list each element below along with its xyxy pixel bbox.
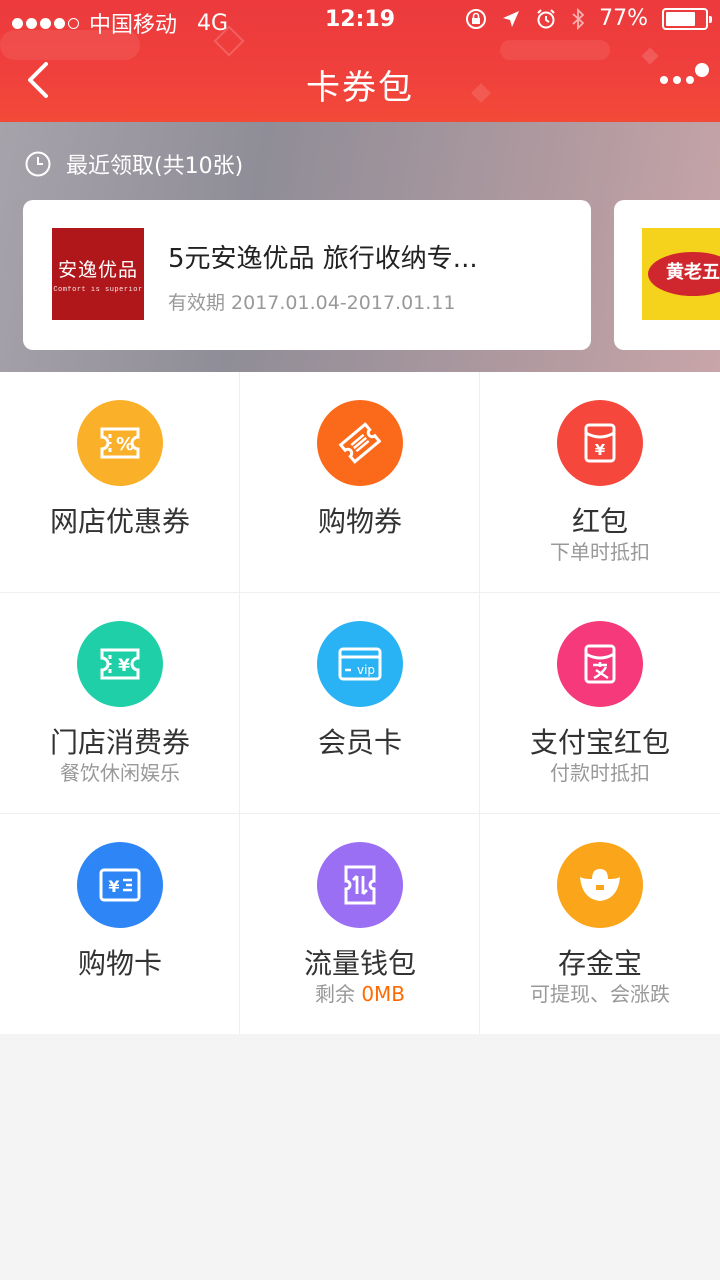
data-remaining-value: 0MB: [361, 982, 406, 1006]
recent-section: 最近领取(共10张) 安逸优品 Comfort is superior 5元安逸…: [0, 122, 720, 372]
grid-item-membership-card[interactable]: vip 会员卡: [240, 593, 480, 814]
grid-item-subtitle: 下单时抵扣: [550, 540, 650, 564]
percent-ticket-icon: %: [77, 400, 163, 486]
gold-ingot-icon: [557, 842, 643, 928]
grid-item-label: 红包: [571, 505, 628, 538]
svg-text:¥: ¥: [118, 656, 130, 676]
svg-text:%: %: [116, 434, 134, 455]
merchant-logo-subtext: Comfort is superior: [53, 285, 143, 294]
grid-item-label: 门店消费券: [49, 726, 190, 759]
grid-item-shopping-card[interactable]: ¥ 购物卡: [0, 814, 240, 1034]
merchant-logo-text: 安逸优品: [57, 258, 138, 281]
vip-card-icon: vip: [317, 621, 403, 707]
red-envelope-icon: ¥: [557, 400, 643, 486]
grid-item-subtitle: 可提现、会涨跌: [530, 982, 670, 1006]
status-bar: 中国移动 4G 12:19 77%: [0, 0, 720, 40]
grid-item-label: 存金宝: [557, 947, 642, 980]
coupon-title: 5元安逸优品 旅行收纳专...: [168, 244, 478, 274]
svg-text:¥: ¥: [595, 441, 606, 459]
grid-item-label: 支付宝红包: [529, 726, 670, 759]
grid-item-gold-savings[interactable]: 存金宝 可提现、会涨跌: [480, 814, 720, 1034]
grid-item-label: 流量钱包: [303, 947, 416, 980]
coupon-card[interactable]: 安逸优品 Comfort is superior 5元安逸优品 旅行收纳专...…: [23, 200, 591, 350]
grid-item-subtitle: 剩余 0MB: [240, 978, 480, 1007]
grid-item-label: 网店优惠券: [49, 505, 190, 538]
grid-item-subtitle: 餐饮休闲娱乐: [60, 761, 180, 785]
shopping-card-icon: ¥: [77, 842, 163, 928]
battery-percent: 77%: [599, 6, 648, 31]
svg-text:vip: vip: [357, 663, 375, 677]
recent-heading: 最近领取(共10张): [66, 154, 244, 179]
svg-text:¥: ¥: [108, 877, 119, 896]
grid-item-shop-coupons[interactable]: % 网店优惠券: [0, 372, 240, 593]
grid-item-label: 购物卡: [77, 947, 162, 980]
grid-item-label: 购物券: [317, 505, 402, 538]
alarm-icon: [537, 8, 555, 28]
grid-item-label: 会员卡: [317, 726, 402, 759]
location-icon: [503, 10, 520, 27]
ticket-icon: [317, 400, 403, 486]
coupon-card[interactable]: 黄老五: [614, 200, 720, 350]
grid-item-alipay-red-envelope[interactable]: 支付宝红包 付款时抵扣: [480, 593, 720, 814]
battery-icon: [662, 7, 712, 30]
yuan-ticket-icon: ¥: [77, 621, 163, 707]
recent-header: 最近领取(共10张): [24, 148, 243, 180]
more-options-icon[interactable]: [656, 58, 712, 98]
coupon-validity: 有效期 2017.01.04-2017.01.11: [168, 292, 456, 314]
data-wallet-icon: [317, 842, 403, 928]
grid-item-shopping-coupons[interactable]: 购物券: [240, 372, 480, 593]
merchant-logo: 安逸优品 Comfort is superior: [52, 228, 144, 320]
card-category-grid: % 网店优惠券 购物券 ¥ 红包 下单时抵扣 ¥ 门店消费券 餐饮休闲娱乐 vi…: [0, 372, 720, 1034]
grid-item-store-coupons[interactable]: ¥ 门店消费券 餐饮休闲娱乐: [0, 593, 240, 814]
battery-fill: [666, 11, 696, 26]
merchant-logo-text: 黄老五: [666, 262, 720, 283]
orientation-lock-icon: [466, 8, 487, 29]
nav-bar: 卡券包: [0, 40, 720, 122]
grid-item-subtitle: 付款时抵扣: [550, 761, 650, 785]
grid-item-data-wallet[interactable]: 流量钱包 剩余 0MB: [240, 814, 480, 1034]
data-remaining-label: 剩余: [314, 982, 362, 1006]
merchant-logo: 黄老五: [642, 228, 720, 320]
alipay-envelope-icon: [557, 621, 643, 707]
clock-icon: [25, 151, 51, 177]
bluetooth-icon: [572, 7, 585, 30]
header: 中国移动 4G 12:19 77% 卡券包: [0, 0, 720, 122]
grid-item-red-envelope[interactable]: ¥ 红包 下单时抵扣: [480, 372, 720, 593]
page-title: 卡券包: [306, 68, 414, 108]
